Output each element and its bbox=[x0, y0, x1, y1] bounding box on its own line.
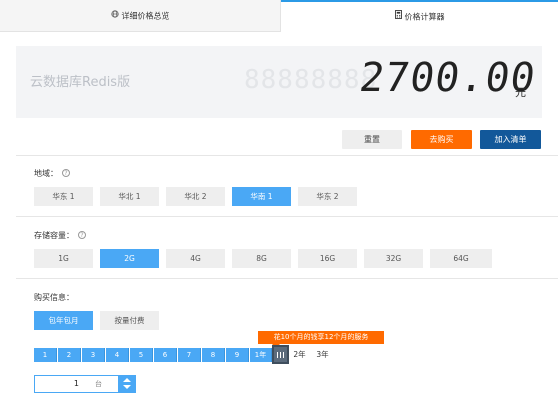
storage-option-16g[interactable]: 16G bbox=[298, 249, 357, 268]
storage-option-1g[interactable]: 1G bbox=[34, 249, 93, 268]
reset-button[interactable]: 重置 bbox=[342, 130, 402, 149]
region-option-huadong2[interactable]: 华东 2 bbox=[298, 187, 357, 206]
month-option[interactable]: 8 bbox=[202, 348, 225, 362]
product-name: 云数据库Redis版 bbox=[30, 75, 131, 90]
region-label: 地域： bbox=[34, 169, 58, 178]
increment-icon[interactable] bbox=[123, 378, 131, 382]
month-option[interactable]: 6 bbox=[154, 348, 177, 362]
buy-button[interactable]: 去购买 bbox=[411, 130, 472, 149]
year-option-selected[interactable]: 1年 bbox=[250, 348, 272, 362]
storage-option-4g[interactable]: 4G bbox=[166, 249, 225, 268]
tab-detailed-price[interactable]: 详细价格总览 bbox=[0, 0, 281, 32]
divider bbox=[16, 155, 558, 156]
month-option[interactable]: 4 bbox=[106, 348, 129, 362]
grip-icon bbox=[277, 352, 284, 358]
tab-price-calculator[interactable]: 价格计算器 bbox=[281, 0, 558, 32]
slider-handle[interactable] bbox=[272, 345, 289, 364]
storage-label-row: 存储容量：? bbox=[34, 230, 86, 241]
help-icon[interactable]: ? bbox=[62, 169, 70, 177]
storage-label: 存储容量： bbox=[34, 231, 74, 240]
quantity-unit: 台 bbox=[95, 380, 102, 388]
storage-option-32g[interactable]: 32G bbox=[364, 249, 423, 268]
year-option[interactable]: 2年 bbox=[288, 348, 311, 362]
purchase-label: 购买信息： bbox=[34, 293, 74, 302]
region-option-huanan1[interactable]: 华南 1 bbox=[232, 187, 291, 206]
tab-bar: 详细价格总览 价格计算器 bbox=[0, 0, 558, 32]
region-label-row: 地域：? bbox=[34, 168, 70, 179]
region-option-huadong1[interactable]: 华东 1 bbox=[34, 187, 93, 206]
storage-option-64g[interactable]: 64G bbox=[430, 249, 492, 268]
add-to-list-button[interactable]: 加入清单 bbox=[480, 130, 541, 149]
divider bbox=[16, 278, 558, 279]
globe-icon bbox=[110, 0, 119, 32]
month-option[interactable]: 3 bbox=[82, 348, 105, 362]
month-option[interactable]: 2 bbox=[58, 348, 81, 362]
subscription-mode-button[interactable]: 包年包月 bbox=[34, 311, 93, 330]
tab-detailed-price-label: 详细价格总览 bbox=[121, 11, 170, 21]
region-option-huabei2[interactable]: 华北 2 bbox=[166, 187, 225, 206]
calculator-icon bbox=[394, 2, 402, 32]
quantity-stepper[interactable]: 1 台 bbox=[34, 375, 136, 393]
quantity-input[interactable]: 1 bbox=[35, 376, 79, 392]
stepper-buttons[interactable] bbox=[118, 376, 135, 392]
divider bbox=[16, 216, 558, 217]
help-icon[interactable]: ? bbox=[78, 231, 86, 239]
storage-option-8g[interactable]: 8G bbox=[232, 249, 291, 268]
storage-option-2g[interactable]: 2G bbox=[100, 249, 159, 268]
decrement-icon[interactable] bbox=[123, 385, 131, 389]
promo-tooltip: 花10个月的钱享12个月的服务 bbox=[258, 331, 384, 348]
month-option[interactable]: 1 bbox=[34, 348, 57, 362]
year-option[interactable]: 3年 bbox=[311, 348, 334, 362]
tab-price-calculator-label: 价格计算器 bbox=[404, 12, 445, 22]
price-currency: 元 bbox=[515, 86, 526, 99]
month-option[interactable]: 9 bbox=[226, 348, 249, 362]
pay-as-you-go-button[interactable]: 按量付费 bbox=[100, 311, 159, 330]
price-display: 云数据库Redis版 88888888 2700.00 元 bbox=[16, 46, 542, 118]
price-amount: 2700.00 bbox=[356, 55, 539, 101]
month-option[interactable]: 7 bbox=[178, 348, 201, 362]
region-option-huabei1[interactable]: 华北 1 bbox=[100, 187, 159, 206]
month-option[interactable]: 5 bbox=[130, 348, 153, 362]
